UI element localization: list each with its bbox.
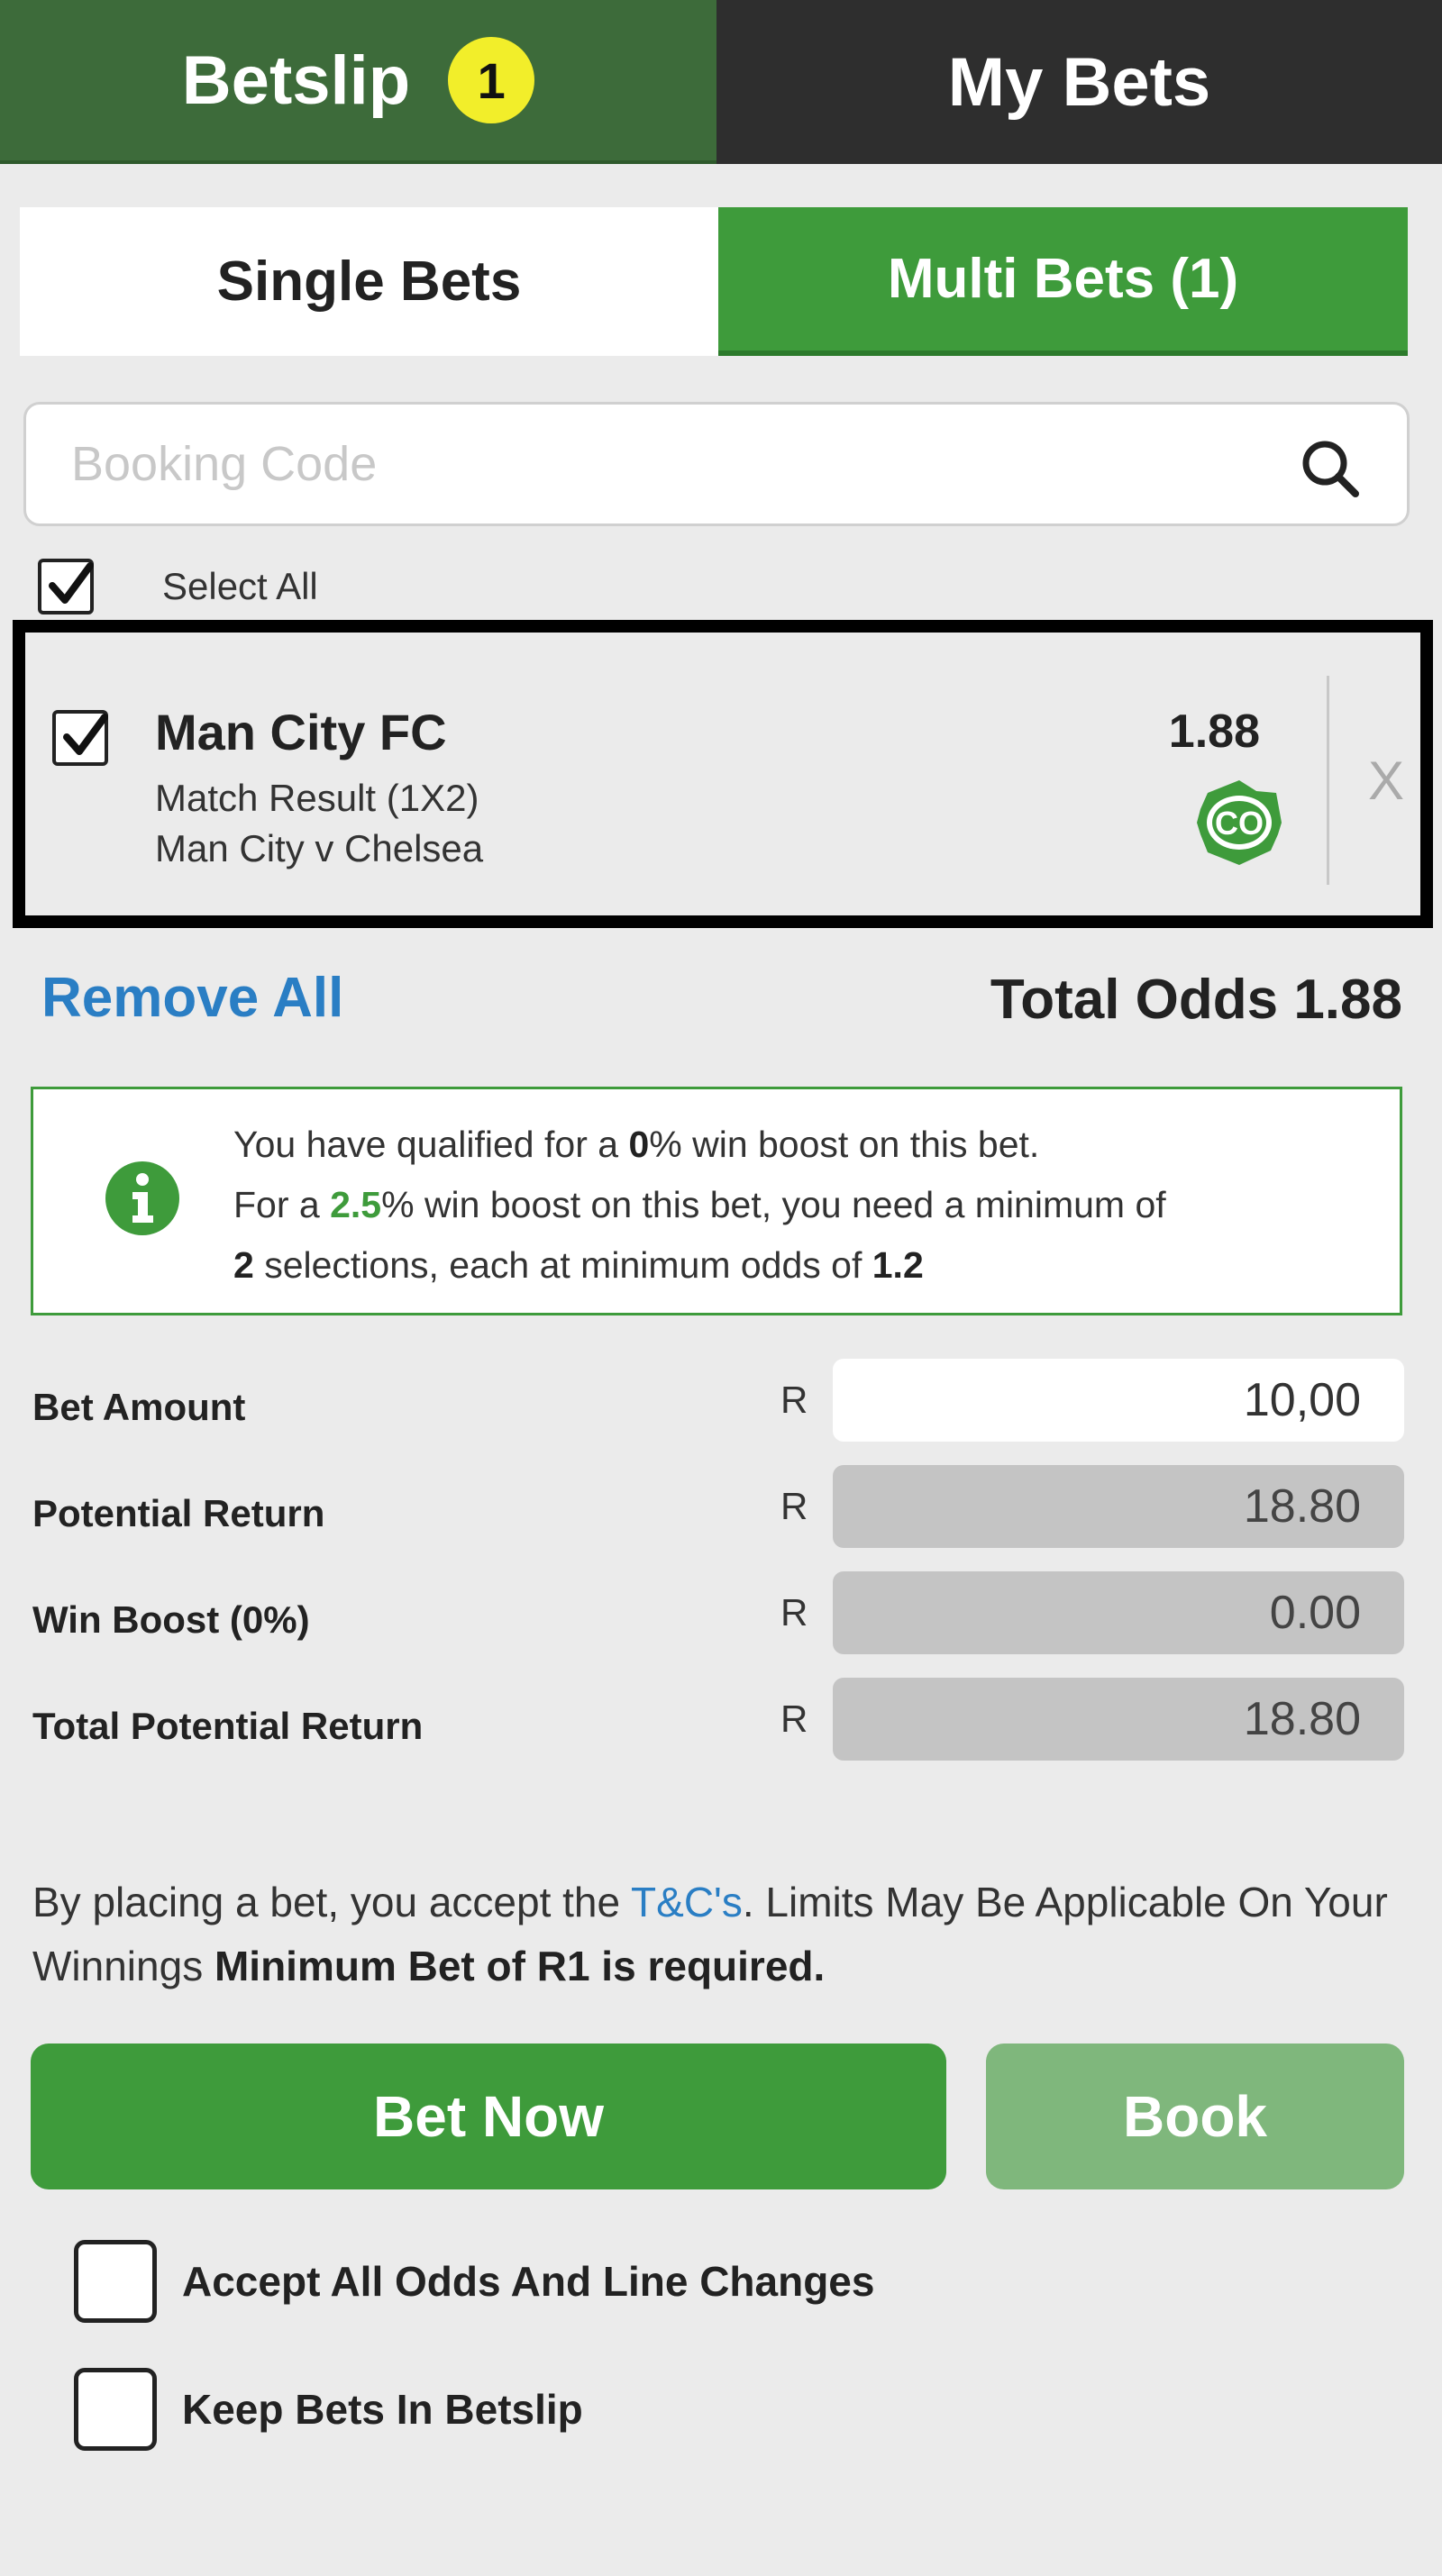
remove-all-link[interactable]: Remove All (41, 966, 343, 1030)
selection-divider (1327, 676, 1329, 885)
keep-bets-checkbox[interactable] (74, 2368, 157, 2451)
potential-return-value: 18.80 (833, 1465, 1404, 1548)
currency-symbol: R (780, 1485, 808, 1527)
terms-text: By placing a bet, you accept the T&C's. … (32, 1879, 1388, 1989)
bet-now-button[interactable]: Bet Now (31, 2044, 946, 2189)
bet-type-switch: Single Bets Multi Bets (1) (20, 207, 1408, 356)
co-icon: CO (1197, 780, 1282, 865)
svg-text:CO: CO (1215, 805, 1264, 842)
total-odds: Total Odds 1.88 (990, 969, 1402, 1031)
currency-symbol: R (780, 1698, 808, 1740)
book-button[interactable]: Book (986, 2044, 1404, 2189)
tab-betslip[interactable]: Betslip 1 (0, 0, 716, 164)
remove-selection-button[interactable]: X (1368, 750, 1404, 812)
currency-symbol: R (780, 1379, 808, 1421)
win-boost-label: Win Boost (0%) (32, 1598, 310, 1641)
win-boost-text: You have qualified for a 0% win boost on… (233, 1124, 1166, 1286)
booking-code-field (23, 402, 1410, 526)
currency-symbol: R (780, 1591, 808, 1634)
accept-changes-checkbox[interactable] (74, 2240, 157, 2323)
selection-team: Man City FC (155, 704, 447, 760)
terms-link[interactable]: T&C's (631, 1879, 743, 1925)
total-potential-return-value: 18.80 (833, 1678, 1404, 1761)
bet-amount-label: Bet Amount (32, 1386, 246, 1428)
selection-match: Man City v Chelsea (155, 827, 484, 869)
betslip-count-badge: 1 (448, 37, 535, 123)
single-bets-tab[interactable]: Single Bets (20, 207, 718, 356)
select-all-row: Select All (38, 557, 318, 616)
selection-card: Man City FC Match Result (1X2) Man City … (13, 620, 1433, 928)
select-all-checkbox[interactable] (38, 559, 94, 614)
bet-amount-input[interactable]: 10,00 (833, 1359, 1404, 1442)
betslip-tabs: Betslip 1 My Bets (0, 0, 1442, 164)
tab-betslip-label: Betslip (181, 41, 411, 119)
potential-return-label: Potential Return (32, 1492, 325, 1534)
info-icon (105, 1161, 179, 1235)
tab-my-bets[interactable]: My Bets (716, 0, 1442, 164)
checkmark-icon (63, 714, 108, 755)
search-icon[interactable] (1299, 437, 1362, 500)
selection-odds: 1.88 (1168, 705, 1260, 758)
accept-changes-option: Accept All Odds And Line Changes (74, 2240, 874, 2323)
select-all-label: Select All (162, 565, 318, 607)
booking-code-input[interactable] (71, 405, 1261, 523)
win-boost-value: 0.00 (833, 1571, 1404, 1654)
multi-bets-tab[interactable]: Multi Bets (1) (718, 207, 1408, 356)
win-boost-info: You have qualified for a 0% win boost on… (31, 1087, 1402, 1315)
checkmark-icon (49, 562, 94, 604)
accept-changes-label: Accept All Odds And Line Changes (182, 2258, 875, 2305)
tab-my-bets-label: My Bets (947, 43, 1211, 121)
selection-market: Match Result (1X2) (155, 777, 479, 819)
total-potential-return-label: Total Potential Return (32, 1705, 424, 1747)
selection-checkbox[interactable] (52, 710, 108, 766)
keep-bets-label: Keep Bets In Betslip (182, 2386, 583, 2433)
keep-bets-option: Keep Bets In Betslip (74, 2368, 583, 2451)
